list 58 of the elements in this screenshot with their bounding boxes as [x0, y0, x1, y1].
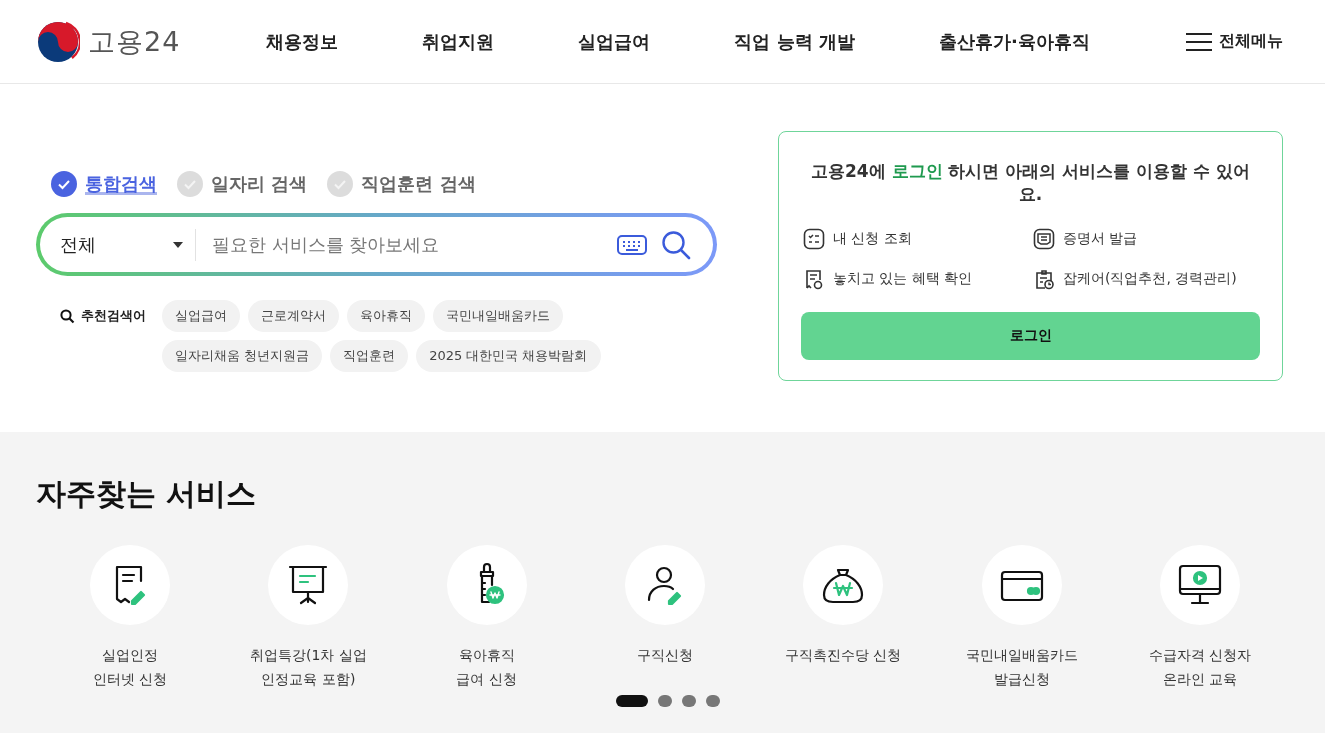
nav-link[interactable]: 취업지원 — [422, 29, 495, 54]
service-link[interactable]: 증명서 발급 — [1063, 230, 1138, 248]
certificate-icon — [1033, 228, 1055, 250]
service-label[interactable]: 발급신청 — [993, 669, 1050, 689]
keyword-chip[interactable]: 일자리채움 청년지원금 — [162, 340, 323, 372]
service-label[interactable]: 인터넷 신청 — [92, 669, 168, 689]
login-message: 고용24에 로그인 하시면 아래의 서비스를 이용할 수 있어요. — [809, 160, 1252, 206]
check-icon — [177, 171, 203, 197]
service-link[interactable]: 잡케어(직업추천, 경력관리) — [1063, 270, 1237, 288]
service-label[interactable]: 실업인정 — [102, 645, 159, 665]
credit-card-icon[interactable] — [981, 545, 1062, 625]
service-link[interactable]: 놓치고 있는 혜택 확인 — [833, 270, 973, 288]
presentation-board-icon[interactable] — [268, 545, 349, 625]
service-label[interactable]: 구직신청 — [637, 645, 693, 665]
service-link[interactable]: 내 신청 조회 — [833, 230, 912, 248]
checklist-icon — [803, 228, 825, 250]
keyword-chip[interactable]: 육아휴직 — [347, 300, 425, 332]
keyboard-icon[interactable] — [617, 234, 647, 255]
check-icon — [51, 171, 77, 197]
nav-link[interactable]: 채용정보 — [266, 29, 338, 54]
person-pen-icon[interactable] — [625, 545, 705, 625]
receipt-icon — [803, 268, 825, 290]
baby-bottle-icon[interactable] — [446, 545, 527, 625]
keyword-chip[interactable]: 2025 대한민국 채용박람회 — [416, 340, 601, 372]
service-label[interactable]: 취업특강(1차 실업 — [250, 645, 367, 665]
service-label[interactable]: 온라인 교육 — [1162, 669, 1238, 689]
service-label[interactable]: 육아휴직 — [458, 645, 515, 665]
search-icon — [60, 308, 75, 324]
monitor-play-icon[interactable] — [1159, 545, 1240, 625]
keyword-chip[interactable]: 국민내일배움카드 — [433, 300, 563, 332]
money-bag-icon[interactable] — [803, 545, 884, 625]
nav-link[interactable]: 출산휴가·육아휴직 — [939, 29, 1090, 54]
service-label[interactable]: 급여 신청 — [456, 669, 517, 689]
clipboard-clock-icon — [1033, 268, 1055, 290]
keyword-chip[interactable]: 직업훈련 — [330, 340, 409, 372]
search-tab[interactable]: 일자리 검색 — [177, 171, 308, 197]
all-menu-button[interactable]: 전체메뉴 — [1185, 31, 1283, 52]
check-icon — [327, 171, 354, 197]
service-label[interactable]: 국민내일배움카드 — [965, 645, 1078, 665]
category-dropdown[interactable]: 전체 — [60, 228, 196, 261]
recommended-label: 추천검색어 — [81, 307, 146, 325]
service-label[interactable]: 인정교육 포함) — [261, 669, 356, 689]
keyword-chip[interactable]: 근로계약서 — [248, 300, 339, 332]
document-pen-icon[interactable] — [90, 545, 171, 625]
nav-link[interactable]: 실업급여 — [578, 29, 651, 54]
search-tab[interactable]: 직업훈련 검색 — [327, 171, 476, 197]
search-icon[interactable] — [661, 229, 691, 260]
caret-icon — [173, 240, 183, 249]
service-label[interactable]: 수급자격 신청자 — [1148, 645, 1252, 665]
taegeuk-logo-icon[interactable] — [36, 19, 80, 64]
nav-link[interactable]: 직업 능력 개발 — [734, 29, 855, 54]
menu-icon — [1185, 31, 1213, 52]
logo-text[interactable]: 고용24 — [88, 23, 181, 60]
search-tab[interactable]: 통합검색 — [51, 171, 157, 197]
login-button[interactable]: 로그인 — [801, 312, 1260, 360]
keyword-chip[interactable]: 실업급여 — [162, 300, 240, 332]
section-title: 자주찾는 서비스 — [36, 475, 258, 513]
service-label[interactable]: 구직촉진수당 신청 — [785, 645, 902, 665]
